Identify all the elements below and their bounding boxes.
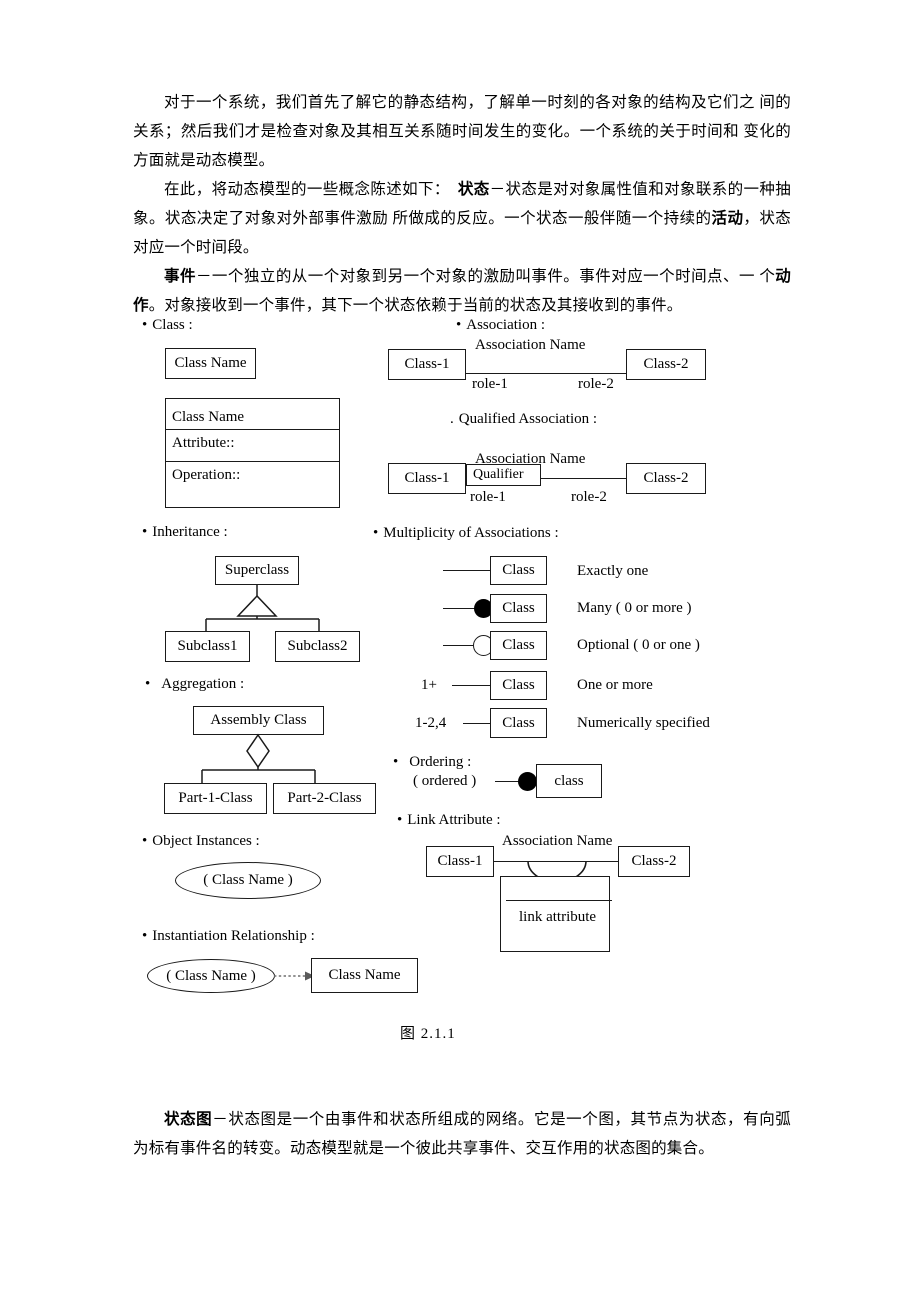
section-label-association: Association : bbox=[456, 318, 545, 333]
association-role1-label: role-1 bbox=[472, 376, 508, 392]
qualified-class2-box: Class-2 bbox=[626, 463, 706, 494]
qualified-class1-box: Class-1 bbox=[388, 463, 466, 494]
section-label-qualified-association: Qualified Association : bbox=[450, 412, 597, 427]
qualified-link-line bbox=[541, 478, 626, 479]
section-label-aggregation: Aggregation : bbox=[145, 677, 244, 692]
link-attribute-text: link attribute bbox=[519, 909, 597, 925]
multiplicity-line-5 bbox=[463, 723, 490, 724]
section-label-multiplicity: Multiplicity of Associations : bbox=[373, 526, 558, 541]
link-attribute-class2-box: Class-2 bbox=[618, 846, 690, 877]
class-full-operation: Operation:: bbox=[172, 467, 241, 483]
figure-caption: 图 2.1.1 bbox=[400, 1026, 456, 1042]
aggregation-part2-box: Part-2-Class bbox=[273, 783, 376, 814]
link-attribute-divider bbox=[506, 900, 612, 901]
class-full-attribute: Attribute:: bbox=[172, 435, 235, 451]
paragraph-4-body: －状态图是一个由事件和状态所组成的网络。它是一个图，其节点为状态，有向弧为标有事… bbox=[133, 1111, 791, 1157]
association-role2-label: role-2 bbox=[578, 376, 614, 392]
instantiation-class-box: Class Name bbox=[311, 958, 418, 993]
multiplicity-box-5: Class bbox=[490, 708, 547, 738]
qualifier-box: Qualifier bbox=[466, 464, 541, 486]
aggregation-assembly-box: Assembly Class bbox=[193, 706, 324, 735]
object-instance-ellipse: ( Class Name ) bbox=[175, 862, 321, 899]
multiplicity-prefix-5: 1-2,4 bbox=[415, 715, 447, 731]
inheritance-connector bbox=[205, 585, 320, 634]
instantiation-ellipse: ( Class Name ) bbox=[147, 959, 275, 993]
paragraph-4: 状态图－状态图是一个由事件和状态所组成的网络。它是一个图，其节点为状态，有向弧为… bbox=[133, 1105, 791, 1163]
multiplicity-box-3: Class bbox=[490, 631, 547, 660]
document-page: 对于一个系统，我们首先了解它的静态结构，了解单一时刻的各对象的结构及它们之 间的… bbox=[0, 0, 920, 1302]
multiplicity-box-4: Class bbox=[490, 671, 547, 700]
inheritance-superclass-box: Superclass bbox=[215, 556, 299, 585]
association-class1-box: Class-1 bbox=[388, 349, 466, 380]
association-name-label: Association Name bbox=[475, 337, 586, 353]
aggregation-part1-box: Part-1-Class bbox=[164, 783, 267, 814]
multiplicity-prefix-4: 1+ bbox=[421, 677, 437, 693]
multiplicity-line-4 bbox=[452, 685, 490, 686]
section-label-instantiation: Instantiation Relationship : bbox=[142, 929, 314, 944]
section-label-object-instances: Object Instances : bbox=[142, 834, 259, 849]
association-class2-box: Class-2 bbox=[626, 349, 706, 380]
multiplicity-desc-3: Optional ( 0 or one ) bbox=[577, 637, 700, 653]
link-attribute-box: link attribute bbox=[500, 876, 612, 952]
multiplicity-desc-1: Exactly one bbox=[577, 563, 649, 579]
ordering-filled-dot-icon bbox=[518, 772, 537, 791]
closing-paragraph: 状态图－状态图是一个由事件和状态所组成的网络。它是一个图，其节点为状态，有向弧为… bbox=[133, 1105, 791, 1163]
qualified-role2-label: role-2 bbox=[571, 489, 607, 505]
ordering-label: ( ordered ) bbox=[413, 773, 477, 789]
section-label-inheritance: Inheritance : bbox=[142, 525, 227, 540]
aggregation-connector bbox=[201, 733, 316, 783]
multiplicity-line-1 bbox=[443, 570, 490, 571]
ordering-class-box: class bbox=[536, 764, 602, 798]
multiplicity-box-1: Class bbox=[490, 556, 547, 585]
link-attribute-class1-box: Class-1 bbox=[426, 846, 494, 877]
section-label-link-attribute: Link Attribute : bbox=[397, 813, 500, 828]
inheritance-subclass1-box: Subclass1 bbox=[165, 631, 250, 662]
section-label-class: Class : bbox=[142, 318, 192, 333]
term-statechart: 状态图 bbox=[164, 1111, 213, 1128]
inheritance-subclass2-box: Subclass2 bbox=[275, 631, 360, 662]
link-attribute-association-name: Association Name bbox=[502, 833, 613, 849]
class-simple-box: Class Name bbox=[165, 348, 256, 379]
class-full-name: Class Name bbox=[172, 409, 245, 425]
section-label-ordering: Ordering : bbox=[393, 755, 471, 770]
class-full-divider-2 bbox=[165, 461, 340, 462]
multiplicity-desc-4: One or more bbox=[577, 677, 653, 693]
multiplicity-desc-5: Numerically specified bbox=[577, 715, 710, 731]
multiplicity-box-2: Class bbox=[490, 594, 547, 623]
qualified-role1-label: role-1 bbox=[470, 489, 506, 505]
multiplicity-desc-2: Many ( 0 or more ) bbox=[577, 600, 692, 616]
class-full-divider-1 bbox=[165, 429, 340, 430]
class-full-box: Class Name Attribute:: Operation:: bbox=[165, 398, 340, 508]
association-link-line bbox=[466, 373, 626, 374]
